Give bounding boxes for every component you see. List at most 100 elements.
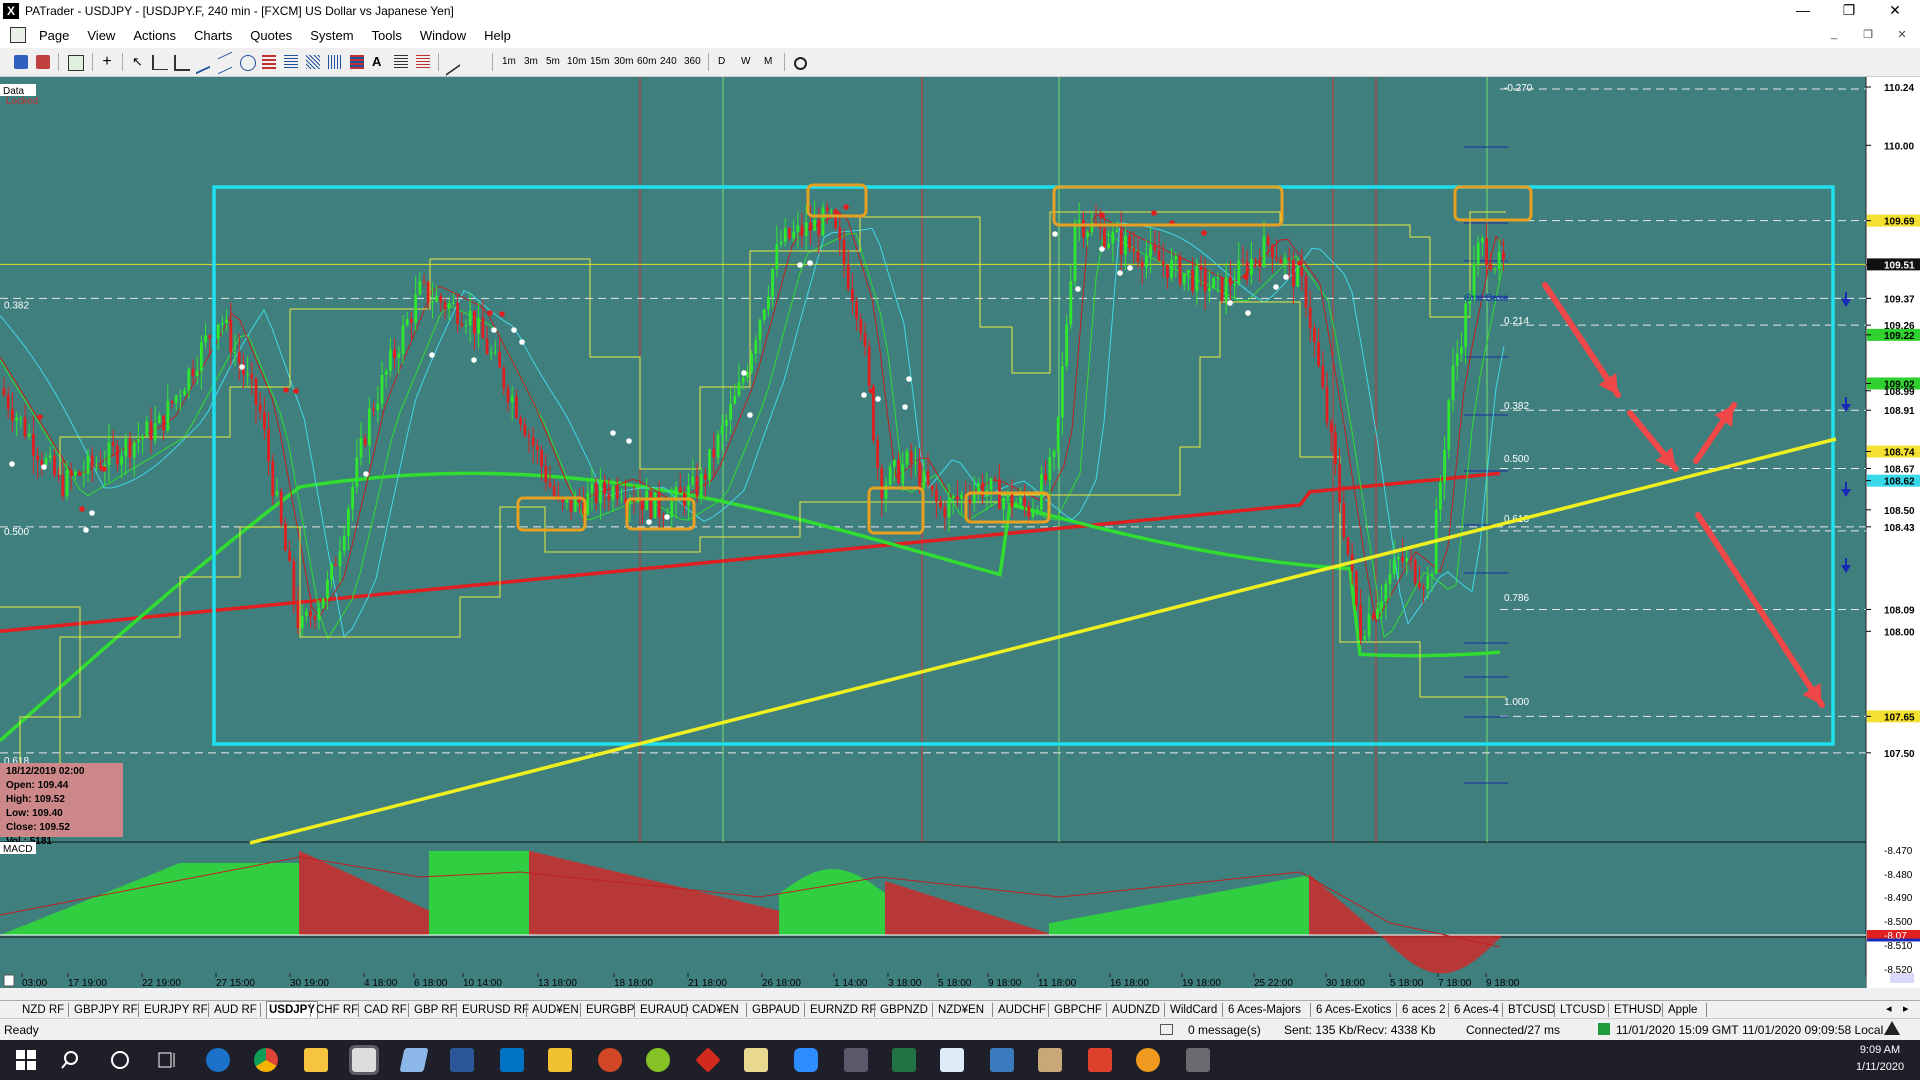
symbol-tab-apple[interactable]: Apple <box>1668 1002 1697 1018</box>
edge-browser-icon[interactable] <box>206 1048 230 1072</box>
cycle-lines-icon[interactable] <box>328 55 342 69</box>
timeframe-240[interactable]: 240 <box>660 56 677 67</box>
start-button[interactable] <box>14 1048 38 1072</box>
symbol-tab-6-aces-2[interactable]: 6 aces 2 <box>1402 1002 1445 1018</box>
cortana-icon[interactable] <box>108 1048 132 1072</box>
fib-extension-icon[interactable] <box>284 55 298 69</box>
tabs-scroll-left-icon[interactable]: ◂ <box>1886 1002 1892 1015</box>
channel-icon[interactable] <box>218 51 232 75</box>
gann-fan-icon[interactable] <box>306 55 320 69</box>
mdi-restore-button[interactable]: ❐ <box>1856 28 1880 41</box>
timeframe-monthly[interactable]: M <box>764 56 772 67</box>
timeframe-weekly[interactable]: W <box>741 56 750 67</box>
word-icon[interactable] <box>450 1048 474 1072</box>
timeframe-10m[interactable]: 10m <box>567 56 586 67</box>
timeframe-360[interactable]: 360 <box>684 56 701 67</box>
menu-tools[interactable]: Tools <box>363 28 411 43</box>
text-tool-icon[interactable]: A <box>372 55 386 69</box>
menu-help[interactable]: Help <box>475 28 520 43</box>
symbol-tab-6-aces-4[interactable]: 6 Aces-4 <box>1454 1002 1499 1018</box>
trendline-icon[interactable] <box>196 51 210 75</box>
close-button[interactable]: ✕ <box>1872 0 1918 22</box>
menu-quotes[interactable]: Quotes <box>241 28 301 43</box>
zoom-icon[interactable] <box>794 1048 818 1072</box>
symbol-tab-cad-rf[interactable]: CAD RF <box>364 1002 407 1018</box>
chart-window[interactable]: 0.3820.5000.618-0.2700.2140.3820.5000.61… <box>0 77 1920 989</box>
symbol-tab-wildcard[interactable]: WildCard <box>1170 1002 1217 1018</box>
utility-app-icon[interactable] <box>1038 1048 1062 1072</box>
symbol-tab-eurjpy-rf[interactable]: EURJPY RF <box>144 1002 208 1018</box>
link-icon[interactable] <box>14 55 28 69</box>
powerpoint-icon[interactable] <box>598 1048 622 1072</box>
snagit-icon[interactable] <box>1088 1048 1112 1072</box>
symbol-tab-gbpnzd[interactable]: GBPNZD <box>880 1002 928 1018</box>
restore-button[interactable]: ❐ <box>1826 0 1872 22</box>
minimize-button[interactable]: — <box>1780 0 1826 22</box>
trading-app-icon[interactable] <box>646 1048 670 1072</box>
symbol-tab-gbpjpy-rf[interactable]: GBPJPY RF <box>74 1002 138 1018</box>
symbol-tab-audnzd[interactable]: AUDNZD <box>1112 1002 1160 1018</box>
taskbar-clock-time[interactable]: 9:09 AM <box>1850 1044 1910 1056</box>
zoom-controls-icon[interactable] <box>1890 973 1914 983</box>
symbol-tab-gbp-rf[interactable]: GBP RF <box>414 1002 457 1018</box>
fibonacci-icon[interactable] <box>240 55 256 71</box>
symbol-tab-chf-rf[interactable]: CHF RF <box>316 1002 358 1018</box>
crosshair-icon[interactable]: + <box>100 54 114 70</box>
menu-view[interactable]: View <box>78 28 124 43</box>
file-explorer-icon[interactable] <box>304 1048 328 1072</box>
symbol-tab-gbpchf[interactable]: GBPCHF <box>1054 1002 1102 1018</box>
symbol-tab-eurnzd-rf[interactable]: EURNZD RF <box>810 1002 876 1018</box>
task-view-icon[interactable] <box>156 1048 180 1072</box>
bird-app-icon[interactable] <box>695 1047 721 1073</box>
outlook-icon[interactable] <box>500 1048 524 1072</box>
timeframe-30m[interactable]: 30m <box>614 56 633 67</box>
menu-actions[interactable]: Actions <box>124 28 185 43</box>
menu-system[interactable]: System <box>301 28 362 43</box>
levels-icon[interactable] <box>394 55 408 69</box>
timeframe-60m[interactable]: 60m <box>637 56 656 67</box>
speed-lines-icon[interactable] <box>416 55 430 69</box>
fib-retracement-icon[interactable] <box>262 55 276 69</box>
coin-app-icon[interactable] <box>1136 1048 1160 1072</box>
tabs-scroll-right-icon[interactable]: ▸ <box>1903 1002 1909 1015</box>
menu-charts[interactable]: Charts <box>185 28 241 43</box>
excel-icon[interactable] <box>892 1048 916 1072</box>
symbol-tab-eurusd-rf[interactable]: EURUSD RF <box>462 1002 529 1018</box>
symbol-tab-gbpaud[interactable]: GBPAUD <box>752 1002 800 1018</box>
chrome-browser-icon[interactable] <box>254 1048 278 1072</box>
symbol-tab-nzd-rf[interactable]: NZD RF <box>22 1002 64 1018</box>
symbol-tab-eurgbp[interactable]: EURGBP <box>586 1002 635 1018</box>
timeframe-3m[interactable]: 3m <box>524 56 538 67</box>
menu-window[interactable]: Window <box>411 28 475 43</box>
search-icon[interactable] <box>60 1048 84 1072</box>
keyboard-app-icon[interactable] <box>1186 1048 1210 1072</box>
timeframe-15m[interactable]: 15m <box>590 56 609 67</box>
mdi-minimize-button[interactable]: _ <box>1822 28 1846 40</box>
symbol-tab-euraud[interactable]: EURAUD <box>640 1002 689 1018</box>
notes-app-icon[interactable] <box>399 1048 429 1072</box>
clock-icon[interactable] <box>794 57 807 70</box>
symbol-tab-cad-en[interactable]: CAD¥EN <box>692 1002 739 1018</box>
pen-tool-icon[interactable] <box>446 50 460 76</box>
patrader-taskbar-icon[interactable] <box>349 1045 379 1075</box>
symbol-tab-6-aces-exotics[interactable]: 6 Aces-Exotics <box>1316 1002 1391 1018</box>
sticky-notes-icon[interactable] <box>548 1048 572 1072</box>
symbol-tab-btcusd[interactable]: BTCUSD <box>1508 1002 1555 1018</box>
symbol-tab-6-aces-majors[interactable]: 6 Aces-Majors <box>1228 1002 1301 1018</box>
horizontal-line-icon[interactable] <box>152 55 168 70</box>
scroll-left-button[interactable] <box>3 974 15 987</box>
taskbar-clock-date[interactable]: 1/11/2020 <box>1850 1061 1910 1073</box>
symbol-tab-audchf[interactable]: AUDCHF <box>998 1002 1046 1018</box>
timeframe-1m[interactable]: 1m <box>502 56 516 67</box>
remote-desktop-icon[interactable] <box>990 1048 1014 1072</box>
unlink-icon[interactable] <box>36 55 50 69</box>
pointer-icon[interactable]: ↖ <box>132 55 146 69</box>
menu-page[interactable]: Page <box>30 28 78 43</box>
price-chart[interactable]: 0.3820.5000.618-0.2700.2140.3820.5000.61… <box>0 77 1920 989</box>
symbol-tab-ethusd[interactable]: ETHUSD <box>1614 1002 1661 1018</box>
timeframe-daily[interactable]: D <box>718 56 725 67</box>
grid-icon[interactable] <box>350 55 364 69</box>
symbol-tab-aud-en[interactable]: AUD¥EN <box>532 1002 579 1018</box>
spreadsheet-viewer-icon[interactable] <box>940 1048 964 1072</box>
vertical-line-icon[interactable] <box>174 55 190 71</box>
